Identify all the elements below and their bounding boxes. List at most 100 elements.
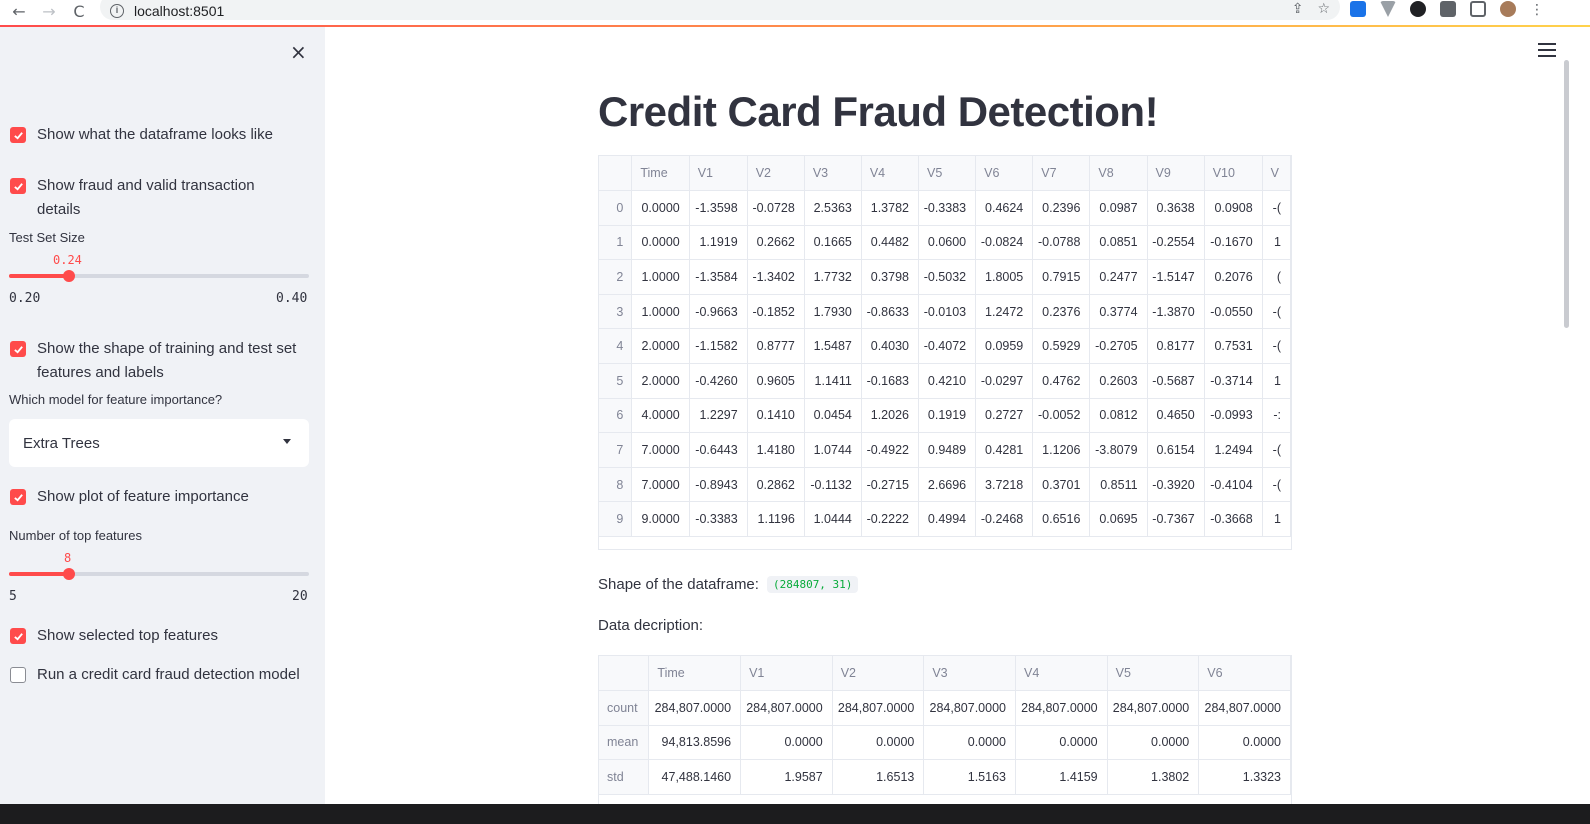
table-cell: 0.3798 [861, 259, 919, 295]
checkbox-label: Show fraud and valid transaction details [37, 177, 255, 218]
extension-v-icon[interactable] [1380, 1, 1396, 17]
table-cell: 0.2862 [747, 467, 805, 503]
column-header[interactable]: V6 [1198, 656, 1291, 692]
column-header[interactable]: V3 [804, 156, 862, 192]
index-header[interactable] [599, 656, 650, 692]
column-header[interactable]: V10 [1204, 156, 1263, 192]
table-cell: 1.5163 [923, 759, 1016, 795]
checkbox-show-dataframe[interactable]: Show what the dataframe looks like [10, 126, 273, 147]
table-cell: 0.0000 [1107, 725, 1200, 761]
test-set-size-slider[interactable] [9, 270, 309, 282]
checkbox-run-model[interactable]: Run a credit card fraud detection model [10, 666, 300, 687]
reload-icon[interactable]: C [68, 4, 90, 22]
close-sidebar-icon[interactable]: × [290, 40, 307, 64]
slider-handle[interactable] [63, 568, 75, 580]
table-cell: -1.1582 [689, 328, 748, 365]
table-row: 7 7.0000 -0.6443 1.4180 1.0744 -0.4922 0.9489 0… [599, 432, 1291, 468]
slider-fill [9, 572, 69, 576]
column-header[interactable]: V9 [1147, 156, 1205, 192]
back-arrow-icon[interactable]: ← [8, 4, 30, 22]
table-cell: 1.0444 [804, 501, 862, 538]
hamburger-menu-icon[interactable] [1538, 43, 1556, 61]
table-cell: 0.1410 [747, 398, 805, 434]
forward-arrow-icon[interactable]: → [38, 4, 60, 22]
top-features-slider[interactable] [9, 568, 309, 580]
column-header[interactable]: V7 [1032, 156, 1091, 192]
chevron-down-icon[interactable] [283, 439, 291, 444]
extension-dark-icon[interactable] [1410, 1, 1426, 17]
table-cell: 0.8777 [747, 328, 805, 365]
slider-handle[interactable] [63, 270, 75, 282]
column-header[interactable]: V [1262, 156, 1291, 192]
column-header[interactable]: V5 [918, 156, 977, 192]
column-header[interactable]: V2 [832, 656, 925, 692]
column-header[interactable]: V4 [1015, 656, 1108, 692]
table-cell: 284,807.0000 [740, 690, 833, 726]
profile-avatar[interactable] [1500, 1, 1516, 17]
dataframe-table[interactable]: Time V1 V2 V3 V4 V5 V6 V7 V8 V9 V10 V 0 0.0000 -1.359… [598, 155, 1292, 550]
address-bar[interactable]: i localhost:8501 ⇪ ☆ [100, 0, 1340, 20]
column-header[interactable]: V5 [1107, 656, 1200, 692]
page-scrollbar[interactable] [1564, 60, 1569, 328]
slider-min: 0.20 [9, 291, 41, 306]
checkbox-show-top-features[interactable]: Show selected top features [10, 627, 218, 648]
checkbox-show-plot[interactable]: Show plot of feature importance [10, 488, 249, 509]
column-header[interactable]: V1 [689, 156, 748, 192]
table-cell: 1 [1262, 363, 1291, 399]
column-header[interactable]: Time [648, 656, 742, 692]
side-panel-icon[interactable] [1470, 1, 1486, 17]
checkbox-label: Show what the dataframe looks like [37, 126, 273, 143]
dataframe-grid: Time V1 V2 V3 V4 V5 V6 V7 V8 V9 V10 V 0 0.0000 -1.359… [599, 156, 1291, 538]
model-select[interactable]: Extra Trees [9, 419, 309, 467]
row-index: 2 [599, 259, 633, 295]
table-cell: 1.1411 [804, 363, 862, 399]
table-cell: 1 [1262, 501, 1291, 538]
table-cell: -0.2468 [975, 501, 1034, 538]
table-row: 5 2.0000 -0.4260 0.9605 1.1411 -0.1683 0.4210-… [599, 363, 1291, 399]
column-header[interactable]: Time [631, 156, 690, 192]
table-cell: 0.3638 [1147, 190, 1205, 226]
column-header[interactable]: V8 [1089, 156, 1148, 192]
checkbox-checked-icon[interactable] [10, 127, 26, 143]
table-cell: 0.6154 [1147, 432, 1205, 468]
table-cell: -0.5687 [1147, 363, 1205, 399]
checkbox-label: Show selected top features [37, 627, 218, 644]
column-header[interactable]: V1 [740, 656, 833, 692]
column-header[interactable]: V6 [975, 156, 1034, 192]
slider-max: 0.40 [276, 291, 308, 306]
column-header[interactable]: V2 [747, 156, 805, 192]
table-cell: 0.1665 [804, 225, 862, 261]
checkbox-checked-icon[interactable] [10, 341, 26, 357]
checkbox-checked-icon[interactable] [10, 489, 26, 505]
table-cell: -0.0788 [1032, 225, 1091, 261]
menu-kebab-icon[interactable]: ⋮ [1530, 1, 1544, 18]
column-header[interactable]: V3 [923, 656, 1016, 692]
describe-table[interactable]: Time V1 V2 V3 V4 V5 V6 count 284,807.0000 284,80… [598, 655, 1292, 804]
table-cell: -0.1683 [861, 363, 919, 399]
table-cell: 1.2494 [1204, 432, 1263, 468]
table-cell: 0.0000 [923, 725, 1016, 761]
table-cell: 1.7930 [804, 294, 862, 330]
checkbox-show-shape[interactable]: Show the shape of training and test set … [10, 340, 307, 385]
column-header[interactable]: V4 [861, 156, 919, 192]
extension-blue-icon[interactable] [1350, 1, 1366, 17]
table-cell: -0.1132 [804, 467, 862, 503]
index-header[interactable] [599, 156, 633, 192]
site-info-icon[interactable]: i [110, 4, 124, 18]
table-cell: 0.0000 [832, 725, 925, 761]
checkbox-checked-icon[interactable] [10, 628, 26, 644]
slider-fill [9, 274, 69, 278]
checkbox-checked-icon[interactable] [10, 178, 26, 194]
share-icon[interactable]: ⇪ [1292, 0, 1304, 17]
table-cell: 0.2662 [747, 225, 805, 261]
bookmark-star-icon[interactable]: ☆ [1317, 0, 1330, 17]
checkbox-unchecked-icon[interactable] [10, 667, 26, 683]
url-text[interactable]: localhost:8501 [134, 3, 224, 19]
table-cell: 0.4650 [1147, 398, 1205, 434]
table-cell: -0.0297 [975, 363, 1034, 399]
table-cell: 1.2297 [689, 398, 748, 434]
table-cell: -0.2222 [861, 501, 919, 538]
checkbox-show-fraud-valid[interactable]: Show fraud and valid transaction details [10, 177, 287, 222]
table-cell: -1.3584 [689, 259, 748, 295]
puzzle-extensions-icon[interactable] [1440, 1, 1456, 17]
